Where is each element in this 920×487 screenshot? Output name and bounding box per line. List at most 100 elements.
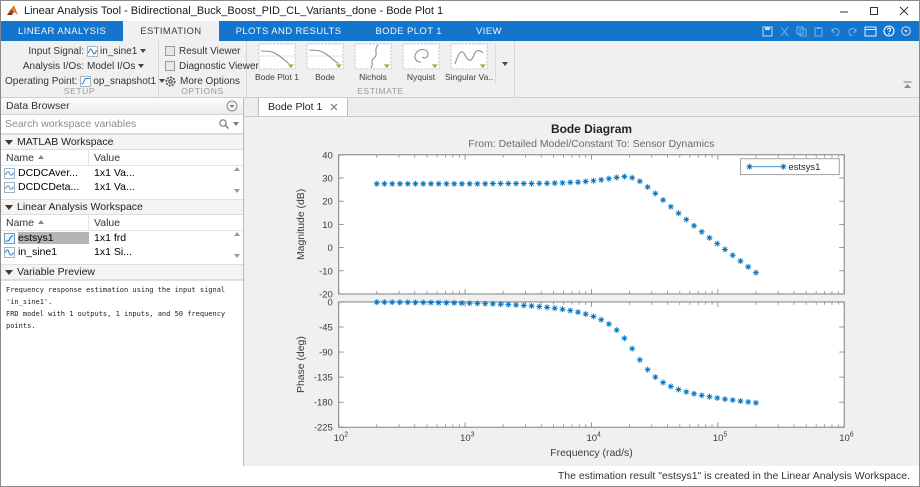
bode-plot-gallery-icon (258, 43, 296, 70)
table-row-estsys1[interactable]: estsys1 1x1 frd (1, 231, 243, 245)
column-header-value[interactable]: Value (89, 152, 243, 164)
minimize-button[interactable] (829, 1, 859, 21)
maximize-button[interactable] (859, 1, 889, 21)
window-title: Linear Analysis Tool - Bidirectional_Buc… (24, 5, 443, 17)
doc-tab-bode-plot-1[interactable]: Bode Plot 1 (258, 97, 348, 116)
redo-icon[interactable] (847, 26, 858, 37)
tab-view[interactable]: VIEW (459, 21, 519, 41)
collapse-triangle-icon (5, 140, 13, 145)
svg-text:From: Detailed Model/Constant: From: Detailed Model/Constant To: Sensor… (468, 139, 714, 150)
copy-icon[interactable] (796, 26, 807, 37)
column-header-name[interactable]: Name (1, 215, 89, 230)
gear-icon (165, 76, 176, 87)
close-tab-icon[interactable] (330, 103, 338, 111)
options-section-caption: OPTIONS (159, 86, 246, 97)
analysis-ios-dropdown[interactable]: Model I/Os (87, 61, 135, 72)
matlab-workspace-section-header[interactable]: MATLAB Workspace (1, 134, 243, 150)
cut-icon[interactable] (779, 26, 790, 37)
panel-menu-button[interactable] (226, 100, 238, 112)
data-browser-header: Data Browser (1, 98, 243, 115)
tab-linear-analysis[interactable]: LINEAR ANALYSIS (1, 21, 123, 41)
layout-window-icon[interactable] (864, 26, 877, 37)
search-options-caret-icon[interactable] (233, 122, 239, 126)
ribbon-tabbar: LINEAR ANALYSIS ESTIMATION PLOTS AND RES… (1, 21, 919, 41)
svg-text:-135: -135 (314, 373, 333, 384)
sort-ascending-icon (37, 219, 45, 226)
result-viewer-checkbox[interactable]: Result Viewer (163, 44, 242, 58)
svg-text:-180: -180 (314, 398, 333, 409)
estimate-bode-button[interactable]: Bode (301, 43, 349, 85)
svg-text:0: 0 (327, 297, 332, 308)
matlab-app-icon (6, 5, 19, 17)
help-icon[interactable] (883, 25, 895, 37)
input-signal-dropdown[interactable]: in_sine1 (100, 46, 137, 57)
linear-analysis-tool-window: Linear Analysis Tool - Bidirectional_Buc… (0, 0, 920, 487)
estimate-nichols-button[interactable]: Nichols (349, 43, 397, 85)
ribbon-estimation: Input Signal: in_sine1 Analysis I/Os: Mo… (1, 41, 919, 98)
close-button[interactable] (889, 1, 919, 21)
estimate-singular-values-button[interactable]: Singular Va.. (445, 43, 493, 85)
scroll-down-icon[interactable] (233, 188, 241, 194)
more-dropdown-icon[interactable] (901, 26, 911, 36)
checkbox-icon[interactable] (165, 61, 175, 71)
tab-estimation[interactable]: ESTIMATION (123, 21, 218, 41)
dropdown-caret-icon[interactable] (140, 49, 146, 53)
estimate-nyquist-button[interactable]: Nyquist (397, 43, 445, 85)
bode-gallery-icon (306, 43, 344, 70)
scroll-up-icon[interactable] (233, 166, 241, 172)
column-header-value[interactable]: Value (89, 217, 243, 229)
diagnostic-viewer-checkbox[interactable]: Diagnostic Viewer (163, 59, 242, 73)
linear-analysis-workspace-section-header[interactable]: Linear Analysis Workspace (1, 199, 243, 215)
search-icon[interactable] (218, 118, 230, 130)
bode-figure[interactable]: Bode DiagramFrom: Detailed Model/Constan… (244, 117, 919, 466)
section-estimate: Bode Plot 1 Bode Nichols (247, 41, 515, 97)
preview-line: FRD model with 1 outputs, 1 inputs, and … (6, 309, 238, 333)
collapse-ribbon-button[interactable] (902, 77, 913, 95)
window-controls (829, 1, 919, 21)
workspace-search (1, 115, 243, 134)
tab-bode-plot-1[interactable]: BODE PLOT 1 (358, 21, 459, 41)
data-browser-panel: Data Browser MATLAB Workspace (1, 98, 244, 466)
matlab-workspace-table: Name Value DCDCAver... 1x1 Va... DCDCDet… (1, 150, 243, 199)
svg-text:102: 102 (334, 432, 349, 444)
estimate-bode-plot-1-button[interactable]: Bode Plot 1 (253, 43, 301, 85)
column-header-name[interactable]: Name (1, 150, 89, 165)
svg-text:Phase (deg): Phase (deg) (296, 336, 307, 393)
svg-text:10: 10 (322, 220, 333, 231)
svg-text:105: 105 (713, 432, 728, 444)
svg-text:-45: -45 (319, 322, 333, 333)
variable-preview-section-header[interactable]: Variable Preview (1, 264, 243, 280)
ribbon-filler (515, 41, 919, 97)
titlebar: Linear Analysis Tool - Bidirectional_Buc… (1, 1, 919, 21)
collapse-triangle-icon (5, 270, 13, 275)
scroll-down-icon[interactable] (233, 253, 241, 259)
table-row[interactable]: DCDCDeta... 1x1 Va... (1, 180, 243, 194)
section-setup: Input Signal: in_sine1 Analysis I/Os: Mo… (1, 41, 159, 97)
svg-text:-90: -90 (319, 348, 333, 359)
dropdown-caret-icon[interactable] (138, 64, 144, 68)
estimate-gallery-dropdown[interactable] (495, 43, 511, 85)
singular-values-gallery-icon (450, 43, 488, 70)
quick-access-toolbar (762, 21, 919, 41)
scrollbar[interactable] (231, 166, 242, 194)
paste-icon[interactable] (813, 26, 824, 37)
tab-plots-and-results[interactable]: PLOTS AND RESULTS (219, 21, 359, 41)
search-input[interactable] (5, 118, 218, 130)
svg-text:-225: -225 (314, 423, 333, 434)
operating-point-icon (80, 76, 91, 87)
save-icon[interactable] (762, 26, 773, 37)
bode-diagram-plot[interactable]: Bode DiagramFrom: Detailed Model/Constan… (244, 117, 919, 466)
scrollbar[interactable] (231, 231, 242, 259)
operating-point-dropdown[interactable]: op_snapshot1 (93, 76, 156, 87)
scroll-up-icon[interactable] (233, 231, 241, 237)
table-row[interactable]: DCDCAver... 1x1 Va... (1, 166, 243, 180)
checkbox-icon[interactable] (165, 46, 175, 56)
table-row-in-sine1[interactable]: in_sine1 1x1 Si... (1, 245, 243, 259)
svg-text:-10: -10 (319, 266, 333, 277)
estimate-section-caption: ESTIMATE (247, 86, 514, 97)
document-area: Bode Plot 1 Bode DiagramFrom: Detailed M… (244, 98, 919, 466)
signal-icon (4, 247, 15, 258)
undo-icon[interactable] (830, 26, 841, 37)
svg-text:40: 40 (322, 150, 333, 161)
operating-point-label: Operating Point: (5, 76, 80, 87)
